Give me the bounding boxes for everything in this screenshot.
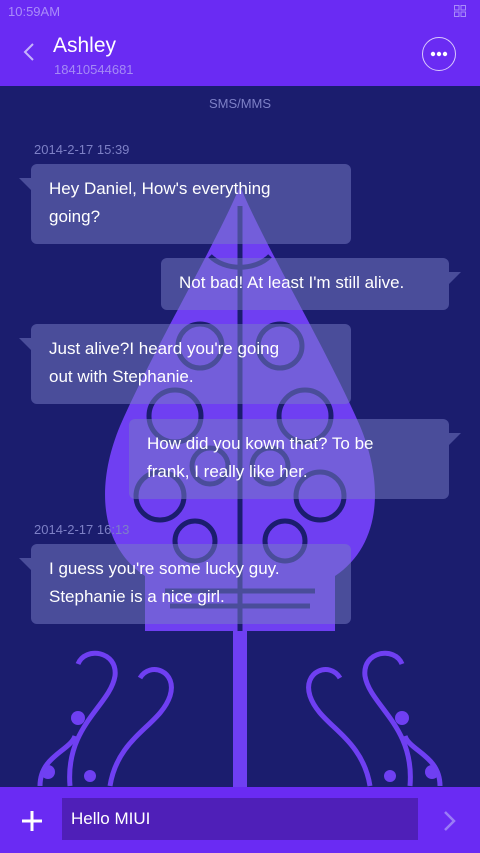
plus-icon[interactable] [20,809,44,833]
more-icon [430,51,448,57]
signal-icon [454,5,466,17]
message-text-line: How did you kown that? To be [147,434,374,453]
conversation-header: Ashley 18410544681 [0,24,480,86]
message-text-line: Not bad! At least I'm still alive. [179,273,405,292]
composer-bar [0,787,480,853]
outgoing-message[interactable]: Not bad! At least I'm still alive. [161,258,461,310]
message-text-line: Stephanie is a nice girl. [49,587,225,606]
contact-name: Ashley [53,34,117,57]
status-time: 10:59AM [8,4,61,19]
incoming-message[interactable]: I guess you're some lucky guy. Stephanie… [19,544,351,624]
message-text-line: frank, I really like her. [147,462,308,481]
incoming-message[interactable]: Hey Daniel, How's everything going? [19,164,351,244]
message-text-line: Just alive?I heard you're going [49,339,280,358]
message-timestamp: 2014-2-17 16:13 [34,522,130,537]
message-text-line: going? [49,207,101,226]
message-text-line: out with Stephanie. [49,367,194,386]
incoming-message[interactable]: Just alive?I heard you're going out with… [19,324,351,404]
back-arrow-icon[interactable] [18,38,42,66]
message-thread[interactable]: SMS/MMS 2014-2-17 15:39 Hey Daniel, How'… [0,86,480,787]
status-bar: 10:59AM [0,0,480,24]
message-timestamp: 2014-2-17 15:39 [34,142,130,157]
message-input[interactable] [62,798,418,840]
message-type-label: SMS/MMS [208,96,272,111]
outgoing-message[interactable]: How did you kown that? To be frank, I re… [129,419,461,499]
contact-number: 18410544681 [54,62,134,77]
send-arrow-icon[interactable] [442,809,458,833]
message-text-line: Hey Daniel, How's everything [49,179,271,198]
message-text-line: I guess you're some lucky guy. [49,559,280,578]
more-button[interactable] [422,37,456,71]
